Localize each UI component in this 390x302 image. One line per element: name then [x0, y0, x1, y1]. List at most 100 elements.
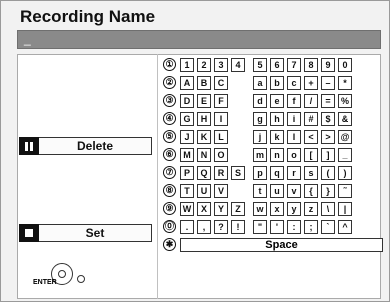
- character-key[interactable]: 0: [338, 58, 352, 72]
- character-key[interactable]: m: [253, 148, 267, 162]
- character-key[interactable]: D: [180, 94, 194, 108]
- character-key[interactable]: 6: [270, 58, 284, 72]
- character-key[interactable]: ˜: [338, 184, 352, 198]
- character-key[interactable]: F: [214, 94, 228, 108]
- character-key[interactable]: #: [304, 112, 318, 126]
- character-key[interactable]: t: [253, 184, 267, 198]
- character-key[interactable]: \: [321, 202, 335, 216]
- character-key[interactable]: @: [338, 130, 352, 144]
- character-key[interactable]: :: [287, 220, 301, 234]
- character-key[interactable]: ": [253, 220, 267, 234]
- character-key[interactable]: 2: [197, 58, 211, 72]
- character-key[interactable]: T: [180, 184, 194, 198]
- character-key[interactable]: v: [287, 184, 301, 198]
- character-key[interactable]: <: [304, 130, 318, 144]
- character-key[interactable]: }: [321, 184, 335, 198]
- character-key[interactable]: y: [287, 202, 301, 216]
- character-key[interactable]: E: [197, 94, 211, 108]
- character-key[interactable]: B: [197, 76, 211, 90]
- character-key[interactable]: f: [287, 94, 301, 108]
- character-key[interactable]: X: [197, 202, 211, 216]
- character-key[interactable]: *: [338, 76, 352, 90]
- character-key[interactable]: j: [253, 130, 267, 144]
- character-key[interactable]: g: [253, 112, 267, 126]
- character-key[interactable]: >: [321, 130, 335, 144]
- character-key[interactable]: =: [321, 94, 335, 108]
- character-key[interactable]: u: [270, 184, 284, 198]
- character-key[interactable]: ;: [304, 220, 318, 234]
- character-key[interactable]: w: [253, 202, 267, 216]
- character-key[interactable]: [: [304, 148, 318, 162]
- character-key[interactable]: Y: [214, 202, 228, 216]
- character-key[interactable]: ^: [338, 220, 352, 234]
- character-key[interactable]: b: [270, 76, 284, 90]
- character-key[interactable]: C: [214, 76, 228, 90]
- character-key[interactable]: S: [231, 166, 245, 180]
- character-key[interactable]: J: [180, 130, 194, 144]
- character-key[interactable]: H: [197, 112, 211, 126]
- set-button[interactable]: Set: [19, 224, 152, 242]
- character-key[interactable]: n: [270, 148, 284, 162]
- character-key[interactable]: a: [253, 76, 267, 90]
- character-key[interactable]: 8: [304, 58, 318, 72]
- character-key[interactable]: ,: [197, 220, 211, 234]
- character-key[interactable]: V: [214, 184, 228, 198]
- character-key[interactable]: &: [338, 112, 352, 126]
- character-key[interactable]: i: [287, 112, 301, 126]
- character-key[interactable]: l: [287, 130, 301, 144]
- character-key[interactable]: –: [321, 76, 335, 90]
- character-key[interactable]: e: [270, 94, 284, 108]
- character-key[interactable]: h: [270, 112, 284, 126]
- character-key[interactable]: d: [253, 94, 267, 108]
- character-key[interactable]: z: [304, 202, 318, 216]
- character-key[interactable]: +: [304, 76, 318, 90]
- character-key[interactable]: 3: [214, 58, 228, 72]
- character-key[interactable]: |: [338, 202, 352, 216]
- character-key[interactable]: (: [321, 166, 335, 180]
- character-key[interactable]: L: [214, 130, 228, 144]
- character-key[interactable]: `: [321, 220, 335, 234]
- character-key[interactable]: 1: [180, 58, 194, 72]
- character-key[interactable]: q: [270, 166, 284, 180]
- character-key[interactable]: !: [231, 220, 245, 234]
- character-key[interactable]: G: [180, 112, 194, 126]
- character-key[interactable]: I: [214, 112, 228, 126]
- character-key[interactable]: ?: [214, 220, 228, 234]
- delete-button[interactable]: Delete: [19, 137, 152, 155]
- character-key[interactable]: 5: [253, 58, 267, 72]
- character-key[interactable]: k: [270, 130, 284, 144]
- space-key[interactable]: Space: [180, 238, 383, 252]
- character-key[interactable]: p: [253, 166, 267, 180]
- character-key[interactable]: N: [197, 148, 211, 162]
- name-input[interactable]: _: [17, 30, 381, 49]
- character-key[interactable]: 9: [321, 58, 335, 72]
- character-key[interactable]: M: [180, 148, 194, 162]
- character-key[interactable]: s: [304, 166, 318, 180]
- character-key[interactable]: Q: [197, 166, 211, 180]
- row-number-label: ⑨: [163, 202, 176, 215]
- character-key[interactable]: K: [197, 130, 211, 144]
- character-key[interactable]: /: [304, 94, 318, 108]
- character-key[interactable]: U: [197, 184, 211, 198]
- character-key[interactable]: W: [180, 202, 194, 216]
- character-key[interactable]: {: [304, 184, 318, 198]
- character-key[interactable]: 7: [287, 58, 301, 72]
- character-key[interactable]: Z: [231, 202, 245, 216]
- character-key[interactable]: c: [287, 76, 301, 90]
- character-key[interactable]: r: [287, 166, 301, 180]
- character-key[interactable]: o: [287, 148, 301, 162]
- character-key[interactable]: %: [338, 94, 352, 108]
- character-key[interactable]: R: [214, 166, 228, 180]
- character-key[interactable]: .: [180, 220, 194, 234]
- row-number-label: ⑥: [163, 148, 176, 161]
- character-key[interactable]: P: [180, 166, 194, 180]
- character-key[interactable]: ): [338, 166, 352, 180]
- character-key[interactable]: O: [214, 148, 228, 162]
- character-key[interactable]: $: [321, 112, 335, 126]
- character-key[interactable]: A: [180, 76, 194, 90]
- character-key[interactable]: 4: [231, 58, 245, 72]
- character-key[interactable]: _: [338, 148, 352, 162]
- character-key[interactable]: ]: [321, 148, 335, 162]
- character-key[interactable]: ': [270, 220, 284, 234]
- character-key[interactable]: x: [270, 202, 284, 216]
